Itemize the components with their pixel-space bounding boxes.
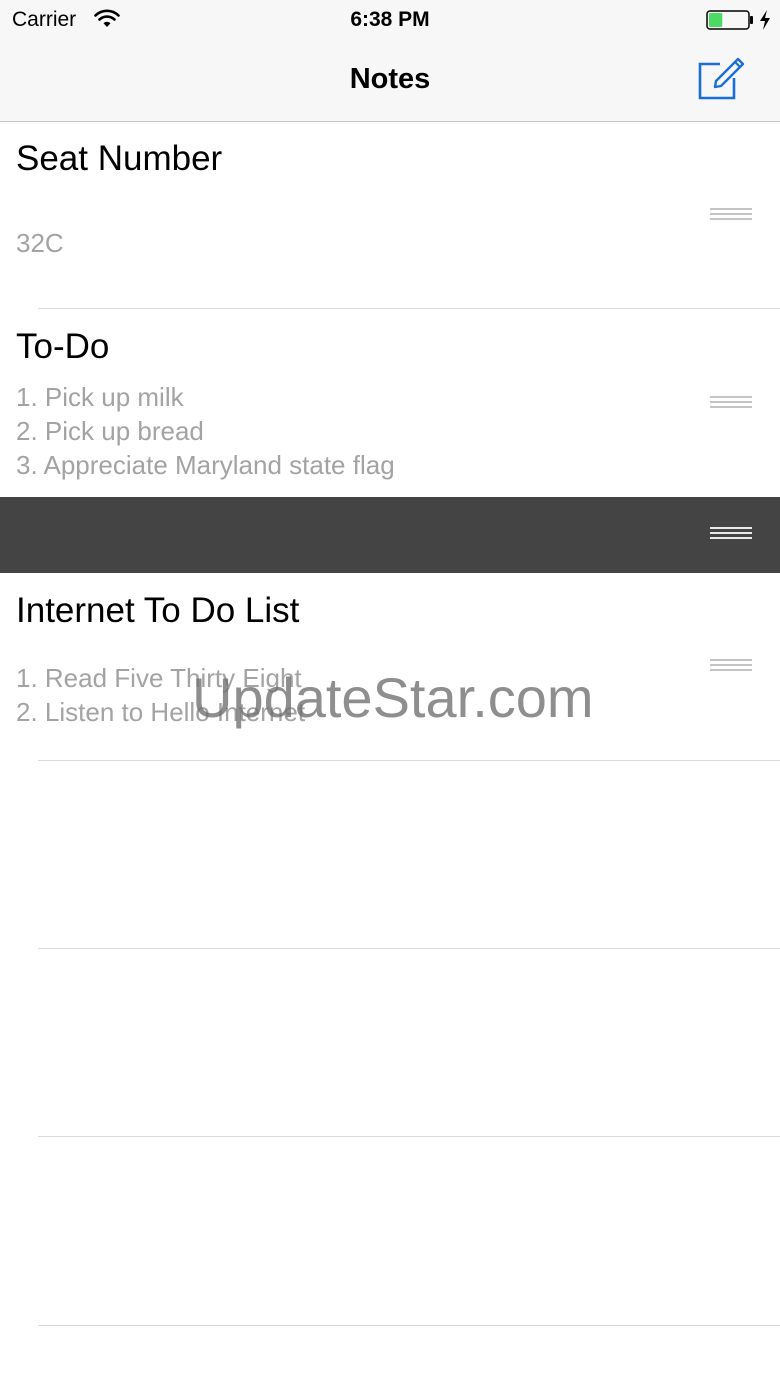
row-separator [38,948,780,949]
note-body: 1. Read Five Thirty Eight 2. Listen to H… [16,663,306,727]
note-row-internet-to-do[interactable]: Internet To Do List 1. Read Five Thirty … [0,573,780,760]
page-title: Notes [349,63,431,95]
drag-placeholder-row [0,497,780,573]
note-title: Seat Number [16,139,223,178]
note-body: 1. Pick up milk 2. Pick up bread 3. Appr… [16,382,395,480]
note-body: 32C [16,228,64,258]
reorder-handle-icon[interactable] [710,659,752,675]
note-title: To-Do [16,327,110,366]
notes-screen: Carrier 6:38 PM Notes Seat Number 32C To… [0,0,780,1387]
row-separator [38,760,780,761]
reorder-handle-icon[interactable] [710,396,752,412]
reorder-handle-icon[interactable] [710,527,752,543]
row-separator [38,1325,780,1326]
note-row-seat-number[interactable]: Seat Number 32C [0,123,780,309]
status-bar: Carrier 6:38 PM [0,0,780,40]
battery-icon [706,10,753,30]
charging-bolt-icon [760,10,770,30]
note-row-to-do[interactable]: To-Do 1. Pick up milk 2. Pick up bread 3… [0,310,780,497]
reorder-handle-icon[interactable] [710,208,752,224]
note-title: Internet To Do List [16,591,300,630]
status-time: 6:38 PM [350,8,430,31]
nav-bar: Notes [0,40,780,122]
row-separator [38,1136,780,1137]
compose-icon[interactable] [694,54,746,102]
row-separator [38,308,780,309]
